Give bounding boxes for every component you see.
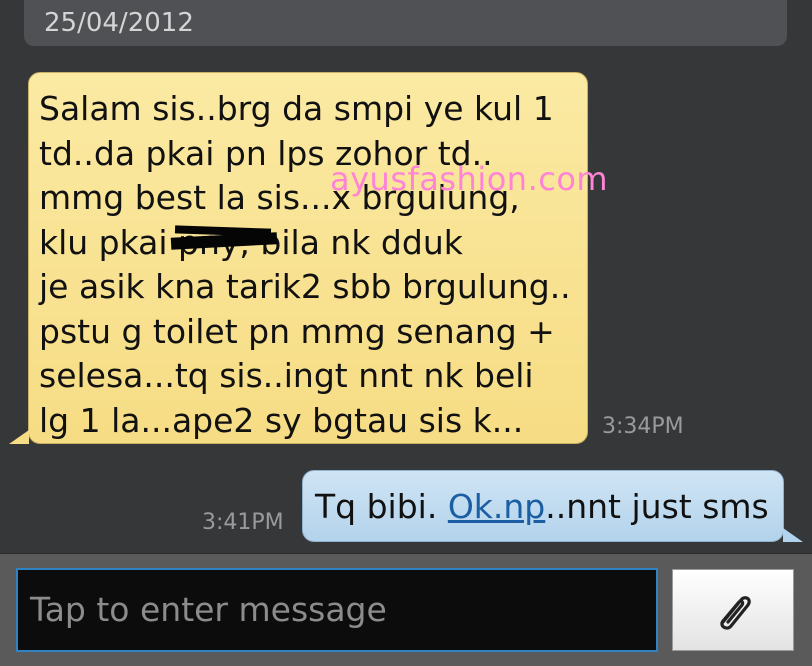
outgoing-message-bubble[interactable]: Tq bibi. Ok.np..nnt just sms — [302, 470, 803, 542]
incoming-message-bubble[interactable]: Salam sis..brg da smpi ye kul 1 td..da p… — [9, 72, 588, 444]
message-link[interactable]: Ok.np — [448, 487, 545, 526]
bubble-tail — [9, 430, 29, 444]
outgoing-message-time: 3:41PM — [202, 510, 284, 535]
watermark: ayusfashion.com — [330, 160, 609, 198]
message-input[interactable]: Tap to enter message — [16, 568, 658, 652]
compose-bar: Tap to enter message — [0, 553, 812, 666]
outgoing-message-text-end: ..nnt just sms — [545, 487, 769, 526]
date-header: 25/04/2012 — [24, 0, 787, 46]
incoming-message-time: 3:34PM — [602, 414, 684, 439]
attach-button[interactable] — [672, 569, 794, 651]
message-thread: 25/04/2012 Salam sis..brg da smpi ye kul… — [0, 0, 812, 553]
incoming-message-text: Salam sis..brg da smpi ye kul 1 td..da p… — [39, 89, 571, 440]
bubble-tail — [783, 528, 803, 542]
paperclip-icon — [720, 596, 751, 630]
outgoing-message-text: Tq bibi. — [315, 487, 448, 526]
